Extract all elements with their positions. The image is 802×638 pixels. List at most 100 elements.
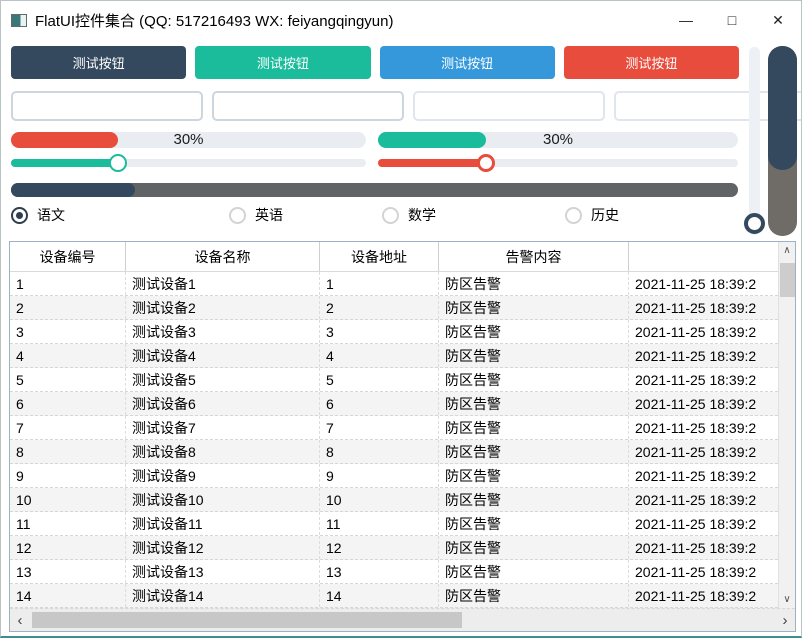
scroll-right-icon[interactable]: › (775, 609, 795, 631)
radio-label: 历史 (591, 207, 619, 223)
text-input-2[interactable] (212, 91, 404, 121)
table-cell: 测试设备11 (126, 512, 320, 535)
table-cell: 防区告警 (439, 296, 629, 319)
text-input-3[interactable] (413, 91, 605, 121)
radio-option-1[interactable]: 语文 (11, 205, 65, 225)
table-cell: 14 (320, 584, 439, 607)
table-cell: 防区告警 (439, 488, 629, 511)
progress-label: 30% (542, 131, 574, 148)
scroll-up-icon[interactable]: ∧ (779, 242, 795, 259)
column-header-2[interactable]: 设备名称 (126, 242, 320, 271)
table-cell: 防区告警 (439, 536, 629, 559)
maximize-button[interactable]: □ (709, 1, 755, 39)
table-row[interactable]: 11 测试设备11 11 防区告警 2021-11-25 18:39:2 (10, 512, 778, 536)
radio-unchecked-icon[interactable] (565, 206, 582, 224)
slider-handle[interactable] (108, 154, 127, 172)
slider-green[interactable] (11, 153, 366, 173)
table-row[interactable]: 8 测试设备8 8 防区告警 2021-11-25 18:39:2 (10, 440, 778, 464)
table-cell: 12 (320, 536, 439, 559)
minimize-button[interactable]: — (663, 1, 709, 39)
radio-unchecked-icon[interactable] (382, 206, 399, 224)
table-cell: 2021-11-25 18:39:2 (635, 395, 757, 412)
table-row[interactable]: 12 测试设备12 12 防区告警 2021-11-25 18:39:2 (10, 536, 778, 560)
window-title: FlatUI控件集合 (QQ: 517216493 WX: feiyangqin… (35, 12, 394, 30)
table-row[interactable]: 7 测试设备7 7 防区告警 2021-11-25 18:39:2 (10, 416, 778, 440)
radio-checked-icon[interactable] (11, 206, 28, 224)
table-row[interactable]: 2 测试设备2 2 防区告警 2021-11-25 18:39:2 (10, 296, 778, 320)
table-cell: 5 (320, 368, 439, 391)
radio-option-2[interactable]: 英语 (229, 205, 283, 225)
table-cell: 12 (10, 536, 126, 559)
column-header-3[interactable]: 设备地址 (320, 242, 439, 271)
table-cell: 防区告警 (439, 584, 629, 607)
table-row[interactable]: 3 测试设备3 3 防区告警 2021-11-25 18:39:2 (10, 320, 778, 344)
test-button-4[interactable]: 测试按钮 (563, 46, 739, 79)
table-cell: 测试设备4 (126, 344, 320, 367)
radio-unchecked-icon[interactable] (229, 206, 246, 224)
table-cell: 4 (10, 344, 126, 367)
table-row[interactable]: 13 测试设备13 13 防区告警 2021-11-25 18:39:2 (10, 560, 778, 584)
radio-option-4[interactable]: 历史 (565, 205, 619, 225)
close-button[interactable]: ✕ (755, 1, 801, 39)
table-cell: 2021-11-25 18:39:2 (635, 419, 757, 436)
table-row[interactable]: 1 测试设备1 1 防区告警 2021-11-25 18:39:2 (10, 272, 778, 296)
table-cell: 防区告警 (439, 272, 629, 295)
app-icon (11, 13, 27, 27)
slider-red[interactable] (378, 153, 738, 173)
test-button-1[interactable]: 测试按钮 (11, 46, 187, 79)
slider-fill (11, 159, 118, 167)
table-cell: 3 (320, 320, 439, 343)
table-cell: 10 (10, 488, 126, 511)
table-vertical-scrollbar[interactable]: ∧ ∨ (778, 242, 795, 608)
table-cell: 防区告警 (439, 560, 629, 583)
table-row[interactable]: 14 测试设备14 14 防区告警 2021-11-25 18:39:2 (10, 584, 778, 608)
table-cell: 测试设备8 (126, 440, 320, 463)
table-row[interactable]: 10 测试设备10 10 防区告警 2021-11-25 18:39:2 (10, 488, 778, 512)
radio-label: 英语 (255, 207, 283, 223)
table-row[interactable]: 5 测试设备5 5 防区告警 2021-11-25 18:39:2 (10, 368, 778, 392)
progress-bar-dark (11, 183, 738, 197)
app-window: FlatUI控件集合 (QQ: 517216493 WX: feiyangqin… (0, 0, 802, 638)
table-cell: 2021-11-25 18:39:2 (635, 275, 757, 292)
table-row[interactable]: 9 测试设备9 9 防区告警 2021-11-25 18:39:2 (10, 464, 778, 488)
table-cell: 2021-11-25 18:39:2 (635, 467, 757, 484)
table-cell: 8 (320, 440, 439, 463)
table-row[interactable]: 4 测试设备4 4 防区告警 2021-11-25 18:39:2 (10, 344, 778, 368)
table-cell: 7 (10, 416, 126, 439)
column-header-4[interactable]: 告警内容 (439, 242, 629, 271)
vertical-scroll-thumb[interactable] (780, 263, 795, 297)
scroll-down-icon[interactable]: ∨ (779, 591, 795, 608)
table-cell: 1 (320, 272, 439, 295)
column-header-1[interactable]: 设备编号 (10, 242, 126, 271)
table-cell: 13 (10, 560, 126, 583)
slider-handle[interactable] (477, 154, 495, 172)
text-input-1[interactable] (11, 91, 203, 121)
table-cell: 2021-11-25 18:39:2 (635, 443, 757, 460)
table-cell: 测试设备10 (126, 488, 320, 511)
horizontal-scroll-thumb[interactable] (32, 612, 462, 628)
title-bar: FlatUI控件集合 (QQ: 517216493 WX: feiyangqin… (1, 1, 801, 39)
table-cell: 4 (320, 344, 439, 367)
table-cell: 2 (10, 296, 126, 319)
test-button-2[interactable]: 测试按钮 (195, 46, 371, 79)
column-header-5[interactable] (629, 242, 778, 271)
scroll-left-icon[interactable]: ‹ (10, 609, 30, 631)
table-cell: 测试设备12 (126, 536, 320, 559)
table-cell: 8 (10, 440, 126, 463)
table-cell: 2021-11-25 18:39:2 (635, 323, 757, 340)
table-cell: 10 (320, 488, 439, 511)
radio-label: 语文 (37, 207, 65, 223)
table-horizontal-scrollbar[interactable]: ‹ › (10, 608, 795, 631)
test-button-3[interactable]: 测试按钮 (379, 46, 555, 79)
device-table: 设备编号 设备名称 设备地址 告警内容 1 测试设备1 1 防区告警 2021-11-25 1… (9, 241, 796, 632)
table-row[interactable]: 6 测试设备6 6 防区告警 2021-11-25 18:39:2 (10, 392, 778, 416)
table-cell: 防区告警 (439, 512, 629, 535)
radio-option-3[interactable]: 数学 (382, 205, 436, 225)
button-row: 测试按钮 测试按钮 测试按钮 测试按钮 (11, 46, 739, 79)
table-cell: 防区告警 (439, 320, 629, 343)
table-cell: 防区告警 (439, 464, 629, 487)
table-cell: 测试设备5 (126, 368, 320, 391)
table-cell: 2 (320, 296, 439, 319)
progress-fill-dark (11, 183, 135, 197)
table-cell: 2021-11-25 18:39:2 (635, 491, 757, 508)
